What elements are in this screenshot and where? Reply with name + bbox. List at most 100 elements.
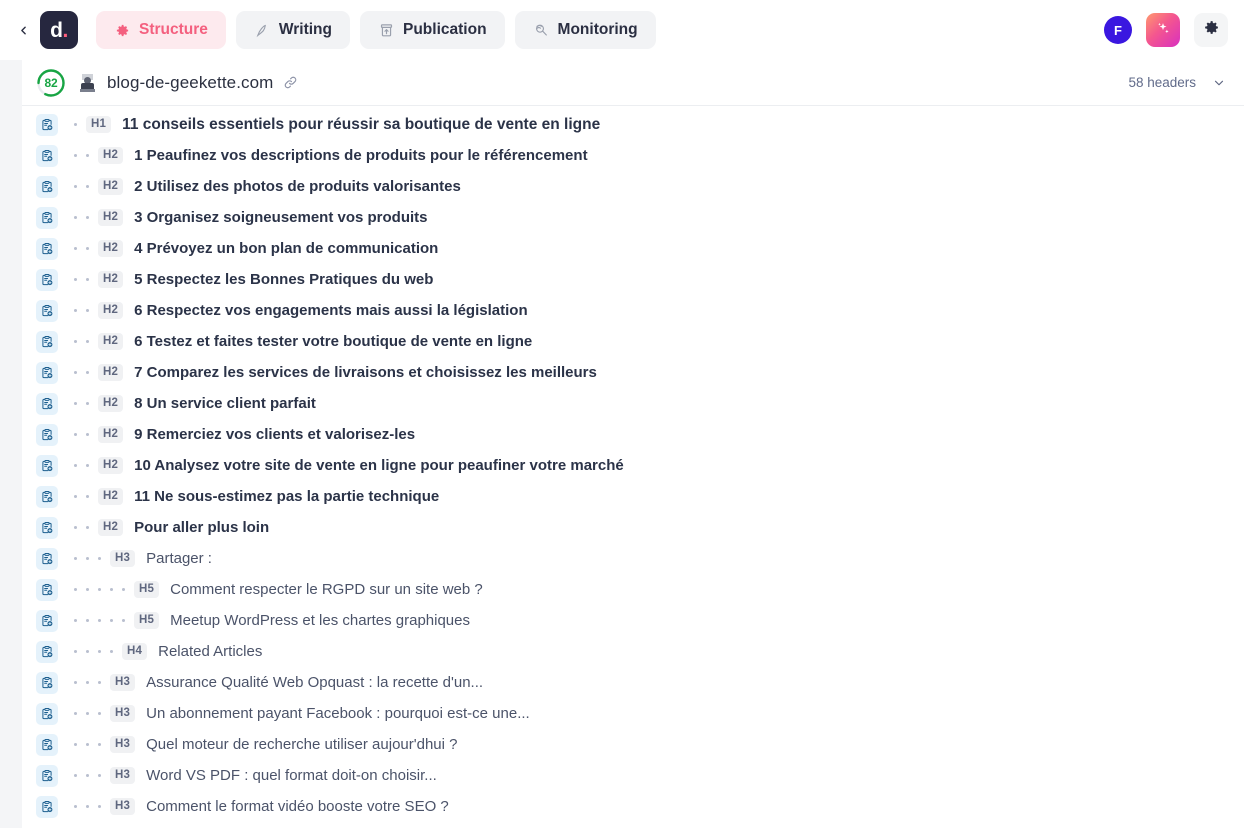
- add-to-brief-icon[interactable]: [36, 640, 58, 663]
- header-row[interactable]: H3 Quel moteur de recherche utiliser aujo…: [22, 729, 1244, 760]
- depth-dot: [86, 743, 89, 746]
- depth-dot: [86, 309, 89, 312]
- add-to-brief-icon[interactable]: [36, 702, 58, 725]
- pen-icon: [254, 22, 270, 38]
- depth-dot: [98, 557, 101, 560]
- add-to-brief-icon[interactable]: [36, 175, 58, 198]
- header-row[interactable]: H5 Comment respecter le RGPD sur un site …: [22, 574, 1244, 605]
- header-row[interactable]: H2 5 Respectez les Bonnes Pratiques du we…: [22, 264, 1244, 295]
- header-title: Un abonnement payant Facebook : pourquoi…: [146, 705, 530, 722]
- header-row[interactable]: H2 3 Organisez soigneusement vos produits: [22, 202, 1244, 233]
- header-row[interactable]: H3 Partager :: [22, 543, 1244, 574]
- ai-assistant-button[interactable]: [1146, 13, 1180, 47]
- header-title: 8 Un service client parfait: [134, 395, 316, 412]
- score-badge: 82: [36, 68, 66, 98]
- header-row[interactable]: H2 7 Comparez les services de livraisons …: [22, 357, 1244, 388]
- chevron-down-icon[interactable]: [1212, 76, 1226, 90]
- top-bar: d. Structure Writing Publication Monitor…: [0, 0, 1244, 60]
- header-row[interactable]: H3 Word VS PDF : quel format doit-on choi…: [22, 760, 1244, 791]
- add-to-brief-icon[interactable]: [36, 795, 58, 818]
- add-to-brief-icon[interactable]: [36, 485, 58, 508]
- tab-publication[interactable]: Publication: [360, 11, 505, 49]
- headers-count-toggle[interactable]: 58 headers: [1128, 75, 1226, 90]
- header-row[interactable]: H2 9 Remerciez vos clients et valorisez-l…: [22, 419, 1244, 450]
- add-to-brief-icon[interactable]: [36, 423, 58, 446]
- depth-dot: [74, 681, 77, 684]
- header-title: 6 Testez et faites tester votre boutique…: [134, 333, 533, 350]
- depth-dot: [110, 650, 113, 653]
- header-title: 7 Comparez les services de livraisons et…: [134, 364, 597, 381]
- add-to-brief-icon[interactable]: [36, 764, 58, 787]
- header-row[interactable]: H2 2 Utilisez des photos de produits valo…: [22, 171, 1244, 202]
- add-to-brief-icon[interactable]: [36, 516, 58, 539]
- add-to-brief-icon[interactable]: [36, 547, 58, 570]
- header-row[interactable]: H2 6 Respectez vos engagements mais aussi…: [22, 295, 1244, 326]
- add-to-brief-icon[interactable]: [36, 609, 58, 632]
- header-row[interactable]: H2 10 Analysez votre site de vente en lig…: [22, 450, 1244, 481]
- header-row[interactable]: H4 Related Articles: [22, 636, 1244, 667]
- site-header: 82 blog-de-geekette.com 58 headers: [22, 60, 1244, 106]
- header-level-badge: H2: [98, 426, 124, 443]
- header-row[interactable]: H1 11 conseils essentiels pour réussir sa…: [22, 109, 1244, 140]
- depth-dot: [98, 681, 101, 684]
- package-up-icon: [378, 22, 394, 38]
- depth-dot: [98, 774, 101, 777]
- tab-monitoring[interactable]: Monitoring: [514, 11, 656, 49]
- tab-structure[interactable]: Structure: [96, 11, 226, 49]
- depth-indicator: [74, 743, 101, 746]
- depth-dot: [86, 650, 89, 653]
- app-logo[interactable]: d.: [40, 11, 78, 49]
- add-to-brief-icon[interactable]: [36, 671, 58, 694]
- header-title: Pour aller plus loin: [134, 519, 270, 536]
- depth-dot: [122, 588, 125, 591]
- score-value: 82: [44, 75, 58, 90]
- add-to-brief-icon[interactable]: [36, 268, 58, 291]
- structure-panel: 82 blog-de-geekette.com 58 headers H1 11 …: [22, 60, 1244, 828]
- depth-dot: [98, 805, 101, 808]
- headers-count-label: 58 headers: [1128, 75, 1196, 90]
- settings-button[interactable]: [1194, 13, 1228, 47]
- add-to-brief-icon[interactable]: [36, 330, 58, 353]
- depth-dot: [86, 402, 89, 405]
- tab-writing[interactable]: Writing: [235, 11, 350, 49]
- tab-structure-label: Structure: [139, 21, 208, 38]
- header-level-badge: H3: [110, 705, 136, 722]
- header-row[interactable]: H2 Pour aller plus loin: [22, 512, 1244, 543]
- depth-dot: [86, 340, 89, 343]
- add-to-brief-icon[interactable]: [36, 206, 58, 229]
- header-row[interactable]: H2 1 Peaufinez vos descriptions de produi…: [22, 140, 1244, 171]
- tab-publication-label: Publication: [403, 21, 487, 38]
- header-row[interactable]: H2 6 Testez et faites tester votre boutiq…: [22, 326, 1244, 357]
- header-row[interactable]: H3 Un abonnement payant Facebook : pourqu…: [22, 698, 1244, 729]
- header-row[interactable]: H2 11 Ne sous-estimez pas la partie techn…: [22, 481, 1244, 512]
- add-to-brief-icon[interactable]: [36, 361, 58, 384]
- add-to-brief-icon[interactable]: [36, 237, 58, 260]
- depth-dot: [110, 619, 113, 622]
- header-row[interactable]: H2 4 Prévoyez un bon plan de communicatio…: [22, 233, 1244, 264]
- header-row[interactable]: H3 Comment le format vidéo booste votre S…: [22, 791, 1244, 822]
- header-title: 2 Utilisez des photos de produits valori…: [134, 178, 461, 195]
- header-level-badge: H2: [98, 457, 124, 474]
- add-to-brief-icon[interactable]: [36, 578, 58, 601]
- depth-dot: [74, 619, 77, 622]
- avatar[interactable]: F: [1104, 16, 1132, 44]
- depth-dot: [86, 712, 89, 715]
- depth-indicator: [74, 340, 89, 343]
- add-to-brief-icon[interactable]: [36, 454, 58, 477]
- add-to-brief-icon[interactable]: [36, 144, 58, 167]
- header-title: 11 conseils essentiels pour réussir sa b…: [122, 115, 601, 133]
- depth-dot: [86, 774, 89, 777]
- depth-dot: [74, 588, 77, 591]
- link-icon[interactable]: [283, 75, 298, 90]
- add-to-brief-icon[interactable]: [36, 113, 58, 136]
- header-row[interactable]: H5 Meetup WordPress et les chartes graphi…: [22, 605, 1244, 636]
- add-to-brief-icon[interactable]: [36, 392, 58, 415]
- header-row[interactable]: H3 Assurance Qualité Web Opquast : la rec…: [22, 667, 1244, 698]
- sparkles-icon: [1154, 19, 1172, 42]
- add-to-brief-icon[interactable]: [36, 299, 58, 322]
- header-level-badge: H4: [122, 643, 148, 660]
- back-chevron-icon[interactable]: [12, 15, 34, 45]
- header-row[interactable]: H2 8 Un service client parfait: [22, 388, 1244, 419]
- add-to-brief-icon[interactable]: [36, 733, 58, 756]
- header-title: 10 Analysez votre site de vente en ligne…: [134, 457, 624, 474]
